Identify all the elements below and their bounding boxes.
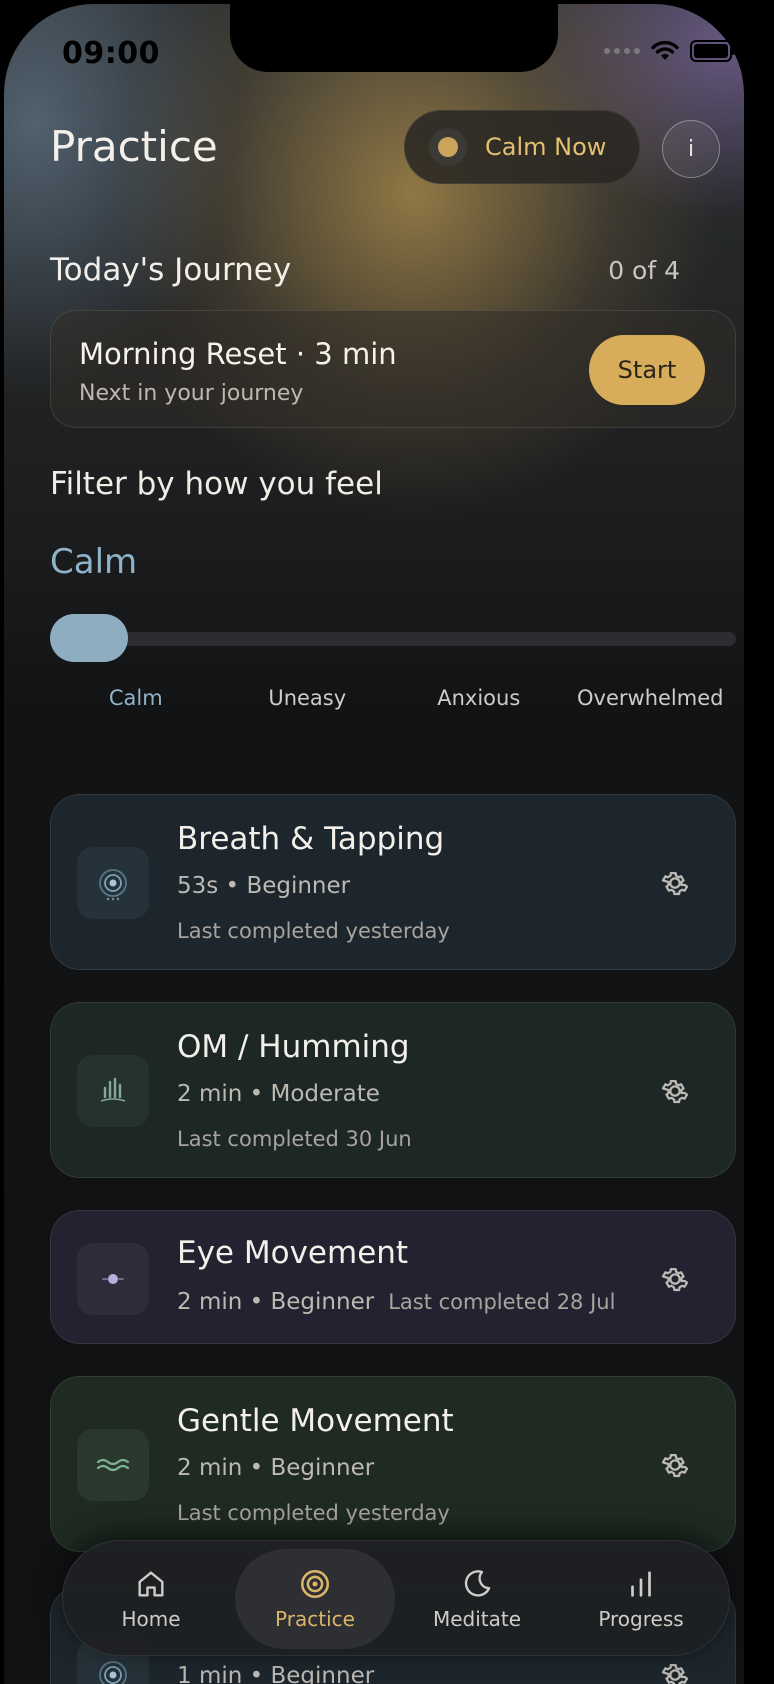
bar-chart-icon [631,1571,651,1597]
practice-last-completed: Last completed yesterday [177,919,450,943]
journey-title: Today's Journey [50,252,292,288]
journey-next-title: Morning Reset · 3 min [79,337,397,371]
start-button[interactable]: Start [589,335,705,405]
mood-current-label: Calm [50,542,138,582]
tab-home[interactable]: Home [71,1549,231,1649]
breath-target-icon [77,847,149,919]
practice-last-completed: Last completed 28 Jul [388,1290,616,1314]
target-icon [300,1569,330,1599]
home-icon [138,1571,164,1597]
practice-title: Eye Movement [177,1235,409,1271]
signal-dots-icon [604,48,640,54]
mood-option-calm[interactable]: Calm [50,686,222,710]
practice-card-breath-tapping[interactable]: Breath & Tapping 53s • Beginner Last com… [50,794,736,970]
gear-icon[interactable] [659,1263,691,1295]
practice-title: OM / Humming [177,1029,410,1065]
eye-dot-icon [77,1243,149,1315]
tab-label: Progress [598,1607,684,1631]
mood-slider-track[interactable] [50,632,736,646]
phone-screen: 09:00 Practice Calm Now i Today's Journe… [4,4,744,1684]
calm-now-label: Calm Now [485,133,607,161]
calm-dot-icon [429,128,467,166]
info-button[interactable]: i [662,120,720,178]
journey-next-card[interactable]: Morning Reset · 3 min Next in your journ… [50,310,736,428]
practice-meta: 2 min • Moderate [177,1081,380,1107]
tab-practice[interactable]: Practice [235,1549,395,1649]
status-time: 09:00 [62,36,160,71]
practice-title: Gentle Movement [177,1403,454,1439]
page-title: Practice [50,122,218,171]
practice-card-gentle-movement[interactable]: Gentle Movement 2 min • Beginner Last co… [50,1376,736,1552]
gear-icon[interactable] [659,1659,691,1684]
practice-meta: 1 min • Beginner [177,1663,375,1684]
device-notch [230,4,558,72]
tab-label: Meditate [432,1607,522,1631]
practice-card-eye-movement[interactable]: Eye Movement 2 min • Beginner Last comple… [50,1210,736,1344]
gear-icon[interactable] [659,1449,691,1481]
gear-icon[interactable] [659,1075,691,1107]
tab-progress[interactable]: Progress [561,1549,721,1649]
practice-last-completed: Last completed 30 Jun [177,1127,412,1151]
filter-title: Filter by how you feel [50,466,383,502]
practice-meta: 53s • Beginner [177,873,351,899]
journey-progress: 0 of 4 [608,256,680,285]
practice-title: Breath & Tapping [177,821,445,857]
practice-meta-row: 2 min • Beginner Last completed 28 Jul [177,1289,615,1315]
practice-meta: 2 min • Beginner [177,1289,375,1315]
gear-icon[interactable] [659,867,691,899]
battery-icon [690,40,735,62]
tab-label: Practice [275,1607,355,1631]
mood-slider-thumb[interactable] [50,614,128,662]
mood-options: Calm Uneasy Anxious Overwhelmed [50,686,736,710]
practice-meta: 2 min • Beginner [177,1455,375,1481]
calm-now-button[interactable]: Calm Now [404,110,640,184]
moon-icon [464,1570,491,1597]
sound-wave-icon [77,1055,149,1127]
wave-icon [77,1429,149,1501]
bottom-tab-bar: Home Practice Meditate Progress [62,1540,730,1656]
mood-option-overwhelmed[interactable]: Overwhelmed [565,686,737,710]
status-icons [604,40,735,62]
tab-label: Home [121,1607,181,1631]
wifi-icon [650,40,680,62]
tab-meditate[interactable]: Meditate [397,1549,557,1649]
mood-option-uneasy[interactable]: Uneasy [222,686,394,710]
practice-card-om-humming[interactable]: OM / Humming 2 min • Moderate Last compl… [50,1002,736,1178]
journey-next-subtitle: Next in your journey [79,381,304,406]
mood-option-anxious[interactable]: Anxious [393,686,565,710]
practice-last-completed: Last completed yesterday [177,1501,450,1525]
